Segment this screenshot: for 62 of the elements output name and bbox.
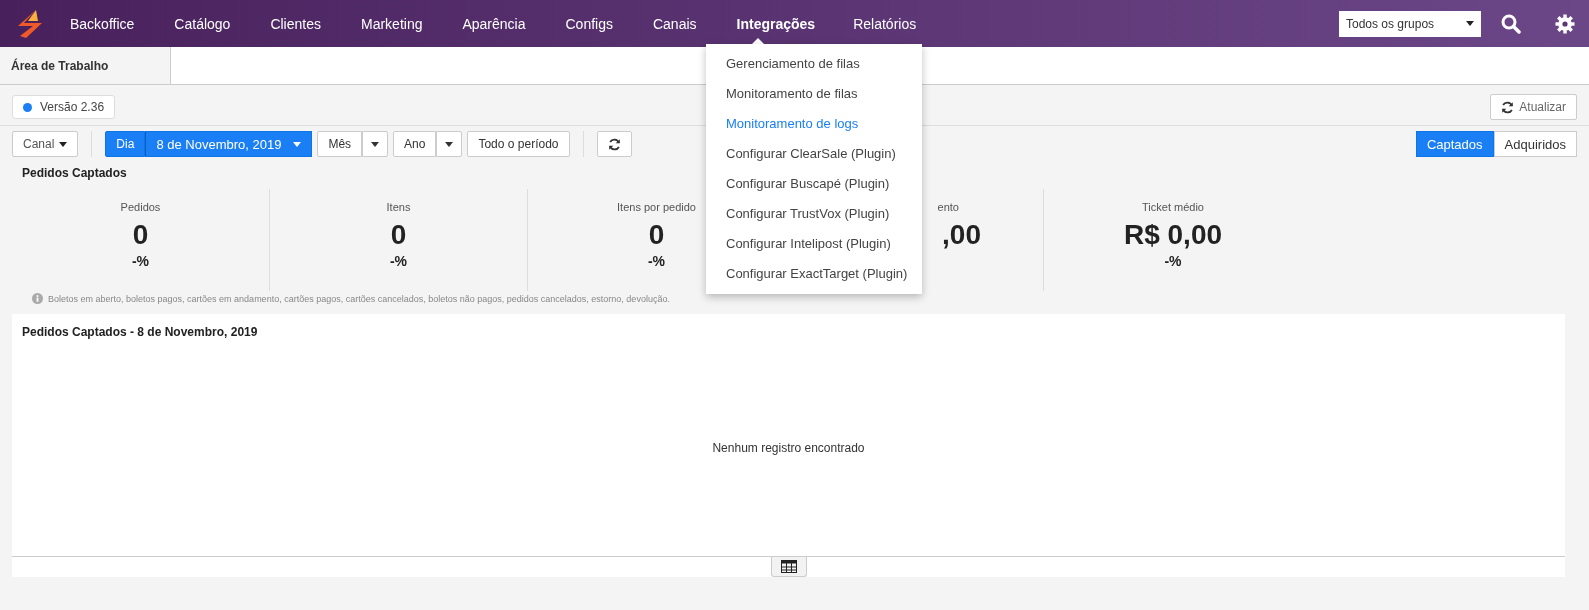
period-dropdown-button[interactable]: [436, 131, 463, 157]
menu-item[interactable]: Configurar Intelipost (Plugin): [706, 229, 922, 259]
period-dropdown-button[interactable]: [362, 131, 389, 157]
channel-button[interactable]: Canal: [12, 131, 79, 157]
metric-change: -%: [131, 253, 150, 269]
group-select[interactable]: Todos os grupos: [1339, 10, 1481, 37]
menu-item[interactable]: Monitoramento de filas: [706, 79, 922, 109]
period-button[interactable]: Mês: [317, 131, 363, 157]
nav-item[interactable]: Integrações: [736, 15, 816, 32]
refresh-button[interactable]: Atualizar: [1490, 94, 1577, 120]
caret-icon: [293, 141, 302, 147]
section-title: Pedidos Captados: [22, 166, 127, 180]
nav-item[interactable]: Clientes: [270, 15, 321, 32]
metric-value: 0: [648, 219, 665, 251]
note-text: Boletos em aberto, boletos pagos, cartões em andamento, cartões pagos, cartões cancelados, boletos não pagos, pedidos cancelados, estorno, devolução.: [48, 293, 670, 304]
metric-value: R$ 0,00: [1123, 219, 1223, 251]
nav-item[interactable]: Marketing: [361, 15, 423, 32]
menu-item[interactable]: Configurar TrustVox (Plugin): [706, 199, 922, 229]
refresh-icon: [1501, 100, 1515, 114]
menu-item[interactable]: Monitoramento de logs: [706, 109, 922, 139]
nav-item[interactable]: Canais: [652, 15, 697, 32]
all-period-button[interactable]: Todo o período: [467, 131, 570, 157]
metric-label: Itens por pedido: [617, 201, 696, 213]
metric-change: -%: [647, 253, 666, 269]
menu-item[interactable]: Configurar ExactTarget (Plugin): [706, 259, 922, 289]
menu-item[interactable]: Gerenciamento de filas: [706, 49, 922, 79]
caret-icon: [371, 141, 380, 147]
date-picker[interactable]: 8 de Novembro, 2019: [145, 131, 313, 157]
caret-icon: [1466, 21, 1474, 26]
metric-label: Ticket médio: [1142, 201, 1204, 213]
nav-item[interactable]: Relatórios: [853, 15, 917, 32]
metric-value: ,00: [942, 219, 981, 251]
search-icon[interactable]: [1501, 13, 1521, 34]
metric-value: 0: [390, 219, 407, 251]
menu-item[interactable]: Configurar Buscapé (Plugin): [706, 169, 922, 199]
metric-value: 0: [132, 219, 149, 251]
metric-label: Pedidos: [120, 201, 161, 213]
caret-icon: [59, 141, 68, 147]
nav-item[interactable]: Backoffice: [70, 15, 135, 32]
nav-item[interactable]: Configs: [565, 15, 613, 32]
metric-label: ento: [937, 201, 959, 213]
metric-change: -%: [389, 253, 408, 269]
period-button[interactable]: Ano: [393, 131, 437, 157]
caret-icon: [445, 141, 454, 147]
version-label: Versão 2.36: [40, 100, 105, 114]
metric-change: -%: [1164, 253, 1182, 269]
mode-toggle[interactable]: Captados: [1415, 131, 1494, 157]
refresh-icon: [607, 137, 621, 151]
chart-title: Pedidos Captados - 8 de Novembro, 2019: [21, 324, 259, 341]
metric-label: Itens: [386, 201, 411, 213]
tab[interactable]: Área de Trabalho: [0, 47, 171, 84]
nav-item[interactable]: Catálogo: [174, 15, 231, 32]
period-button[interactable]: Dia: [105, 131, 146, 157]
empty-message: Nenhum registro encontrado: [712, 441, 865, 455]
info-icon: [32, 293, 43, 304]
table-icon: [780, 560, 797, 573]
settings-icon[interactable]: [1555, 13, 1575, 34]
menu-item[interactable]: Configurar ClearSale (Plugin): [706, 139, 922, 169]
table-view-button[interactable]: [770, 557, 807, 577]
reload-button[interactable]: [596, 131, 632, 157]
nav-item[interactable]: Aparência: [462, 15, 526, 32]
mode-toggle[interactable]: Adquiridos: [1493, 131, 1577, 157]
